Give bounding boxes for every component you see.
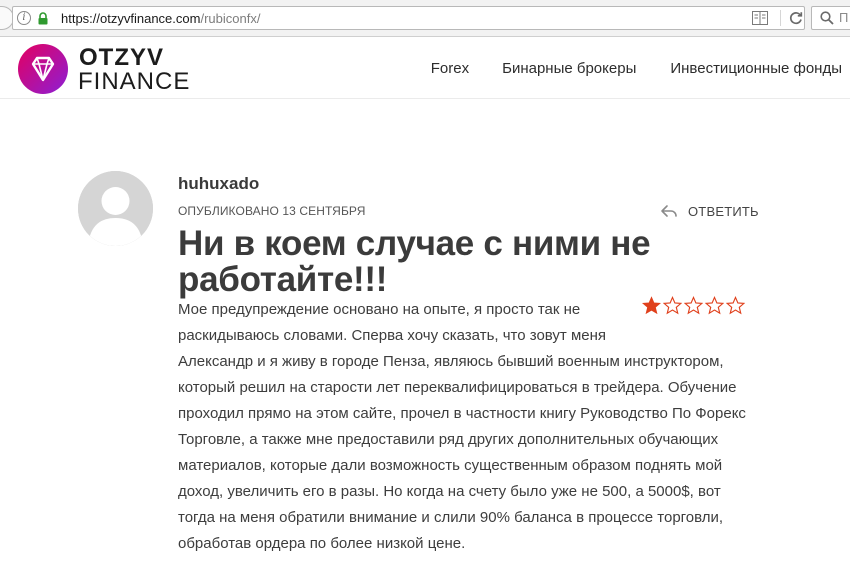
reply-arrow-icon: [661, 205, 677, 217]
review-text-line: проходил прямо на этом сайте, прочел в ч…: [178, 405, 746, 422]
review-author[interactable]: huhuxado: [178, 174, 259, 194]
browser-search-field[interactable]: П: [811, 6, 850, 30]
review-text-line: Мое предупреждение основано на опыте, я …: [178, 301, 581, 318]
review-title: Ни в коем случае с ними не работайте!!!: [178, 224, 651, 299]
browser-toolbar: i https://otzyvfinance.com/rubiconfx/ П: [0, 0, 850, 37]
url-divider: [780, 10, 781, 26]
site-header: OTZYV FINANCE Forex Бинарные брокеры Инв…: [0, 37, 850, 99]
review-text-line: раскидываюсь словами. Сперва хочу сказат…: [178, 327, 607, 344]
info-icon[interactable]: i: [17, 11, 31, 25]
review-text-line: обработав ордера по более низкой цене.: [178, 535, 466, 552]
nav-item-forex[interactable]: Forex: [431, 60, 469, 77]
review-text-line: Торговле, а также мне предоставили ряд д…: [178, 431, 719, 448]
review-published-date: ОПУБЛИКОВАНО 13 СЕНТЯБРЯ: [178, 204, 366, 218]
avatar: [78, 171, 153, 246]
address-bar[interactable]: i https://otzyvfinance.com/rubiconfx/: [12, 6, 805, 30]
logo-text-bottom: FINANCE: [78, 68, 191, 95]
reload-icon[interactable]: [788, 10, 804, 26]
lock-icon: [38, 12, 48, 25]
url-text[interactable]: https://otzyvfinance.com/rubiconfx/: [61, 11, 260, 26]
logo-text-top: OTZYV: [79, 44, 165, 71]
url-host: https://otzyvfinance.com: [61, 11, 201, 26]
review-text-line: тогда на меня обратили внимание и слили …: [178, 509, 724, 526]
review-text-line: Александр и я живу в городе Пенза, являю…: [178, 353, 724, 370]
user-silhouette-icon: [78, 171, 153, 246]
diamond-logo-icon: [18, 44, 68, 94]
reader-view-icon[interactable]: [752, 11, 768, 25]
review-text-line: материалов, которые дали возможность сущ…: [178, 457, 723, 474]
search-icon: [820, 11, 834, 25]
search-placeholder: П: [839, 10, 849, 25]
main-navigation: Forex Бинарные брокеры Инвестиционные фо…: [431, 37, 850, 99]
reply-label: ОТВЕТИТЬ: [688, 203, 759, 219]
site-logo[interactable]: OTZYV FINANCE: [17, 43, 197, 95]
review-text-line: доход, увеличить его в разы. Но когда на…: [178, 483, 721, 500]
url-path: /rubiconfx/: [200, 11, 261, 26]
review-text-line: который решил на старости лет переквалиф…: [178, 379, 737, 396]
review-body: Мое предупреждение основано на опыте, я …: [178, 297, 778, 557]
nav-item-binary-brokers[interactable]: Бинарные брокеры: [502, 60, 636, 77]
nav-item-investment-funds[interactable]: Инвестиционные фонды: [670, 60, 842, 77]
reply-button[interactable]: ОТВЕТИТЬ: [660, 202, 759, 220]
